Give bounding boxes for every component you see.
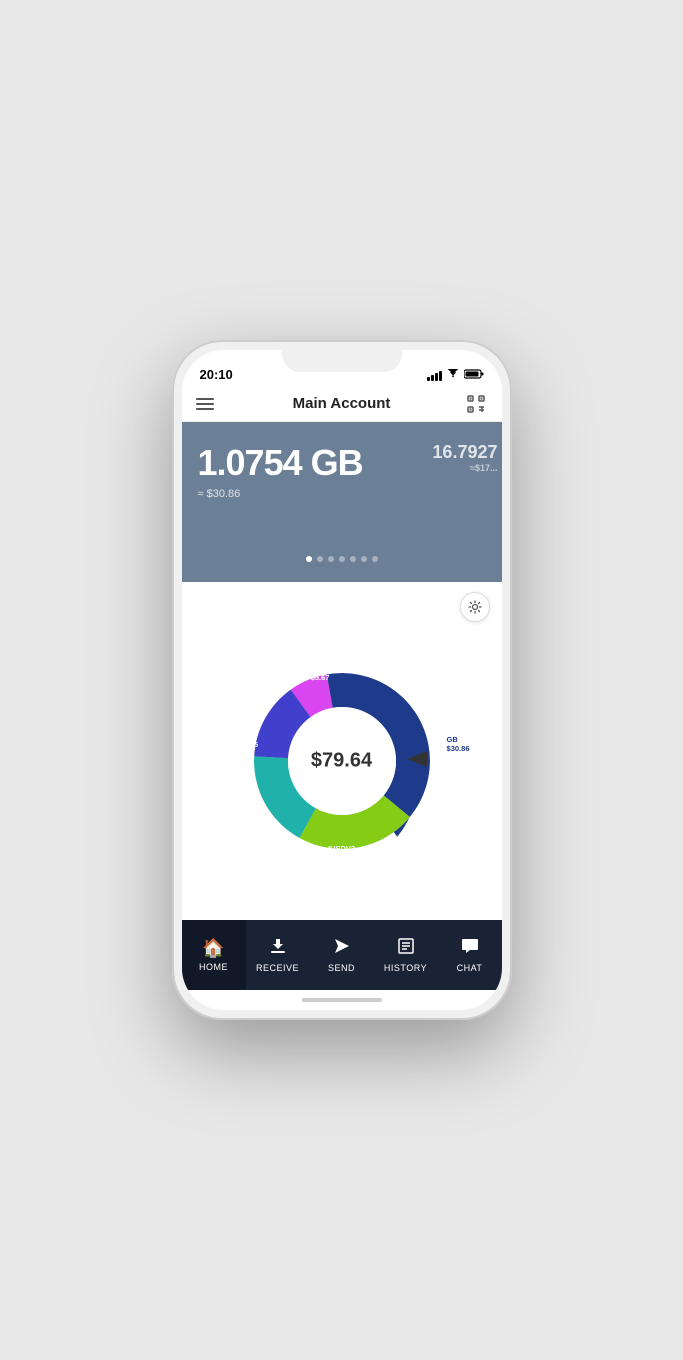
label-iaug: IAUG $5.67	[311, 663, 330, 683]
status-icons	[427, 369, 484, 382]
notch	[282, 350, 402, 372]
tab-receive-label: RECEIVE	[256, 963, 299, 973]
page-title: Main Account	[293, 395, 391, 412]
tab-history[interactable]: HISTORY	[374, 920, 438, 990]
battery-icon	[464, 369, 484, 382]
menu-button[interactable]	[196, 395, 220, 413]
home-icon: 🏠	[202, 938, 224, 959]
donut-chart: GB $30.86 IUSDV2 $17.56 IBITV2 $14.19 IT…	[232, 651, 452, 871]
label-ithv2: ITHV2 $11.35	[236, 730, 259, 750]
send-icon	[333, 937, 351, 960]
scan-button[interactable]	[464, 395, 488, 413]
tab-history-label: HISTORY	[384, 963, 427, 973]
status-time: 20:10	[200, 367, 233, 382]
primary-balance: 1.0754 GB	[198, 442, 363, 484]
dot-6[interactable]	[361, 556, 367, 562]
tab-send-label: SEND	[328, 963, 355, 973]
main-content: GB $30.86 IUSDV2 $17.56 IBITV2 $14.19 IT…	[182, 582, 502, 920]
home-bar	[302, 998, 382, 1002]
signal-icon	[427, 371, 442, 381]
tab-chat-label: CHAT	[457, 963, 483, 973]
phone-screen: 20:10	[182, 350, 502, 1010]
chat-icon	[461, 937, 479, 960]
label-iusdv2: IUSDV2 $17.56	[328, 844, 355, 864]
dot-3[interactable]	[328, 556, 334, 562]
tab-chat[interactable]: CHAT	[438, 920, 502, 990]
receive-icon	[269, 937, 287, 960]
label-ibitv2: IBITV2 $14.19	[234, 790, 257, 810]
app-header: Main Account	[182, 386, 502, 422]
tab-receive[interactable]: RECEIVE	[246, 920, 310, 990]
tab-bar: 🏠 HOME RECEIVE SEND	[182, 920, 502, 990]
secondary-balance: 16.7927 ≈$17...	[432, 442, 501, 473]
dot-4[interactable]	[339, 556, 345, 562]
history-icon	[397, 937, 415, 960]
settings-button[interactable]	[460, 592, 490, 622]
tab-home-label: HOME	[199, 962, 228, 972]
balance-banner: 1.0754 GB ≈ $30.86 16.7927 ≈$17...	[182, 422, 502, 582]
wifi-icon	[446, 369, 460, 382]
dot-5[interactable]	[350, 556, 356, 562]
phone-frame: 20:10	[172, 340, 512, 1020]
tab-home[interactable]: 🏠 HOME	[182, 920, 246, 990]
dot-7[interactable]	[372, 556, 378, 562]
label-gb: GB $30.86	[447, 735, 470, 755]
dot-2[interactable]	[317, 556, 323, 562]
chart-total: $79.64	[311, 750, 372, 773]
dot-1[interactable]	[306, 556, 312, 562]
page-dots	[306, 556, 378, 566]
approx-usd: ≈ $30.86	[198, 488, 363, 500]
tab-send[interactable]: SEND	[310, 920, 374, 990]
home-indicator	[182, 990, 502, 1010]
